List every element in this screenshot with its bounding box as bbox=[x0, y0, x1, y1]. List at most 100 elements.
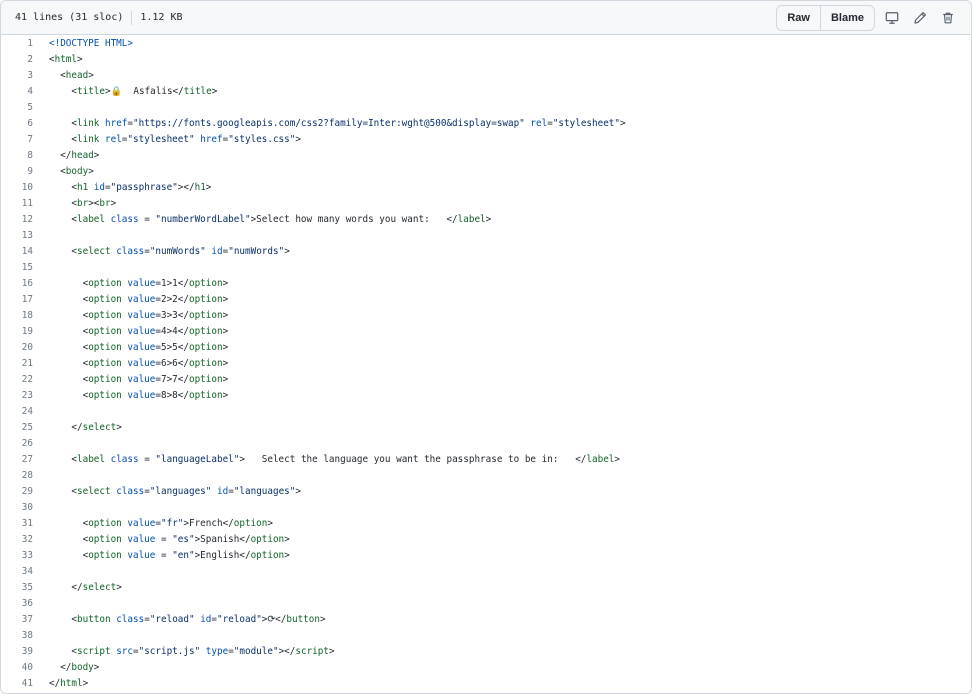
code-line: 23 <option value=8>8</option> bbox=[1, 388, 971, 404]
line-number[interactable]: 15 bbox=[1, 260, 33, 276]
line-number[interactable]: 8 bbox=[1, 148, 33, 164]
line-number[interactable]: 31 bbox=[1, 516, 33, 532]
line-number[interactable]: 27 bbox=[1, 452, 33, 468]
code-text: <html> bbox=[49, 54, 83, 65]
line-number[interactable]: 6 bbox=[1, 116, 33, 132]
code-text: <option value=5>5</option> bbox=[49, 342, 229, 353]
desktop-icon[interactable] bbox=[881, 6, 903, 30]
line-number[interactable]: 32 bbox=[1, 532, 33, 548]
line-number[interactable]: 35 bbox=[1, 580, 33, 596]
code-text: <script src="script.js" type="module"></… bbox=[49, 646, 335, 657]
code-text: </body> bbox=[49, 662, 100, 673]
code-line: 38 bbox=[1, 628, 971, 644]
file-info: 41 lines (31 sloc) 1.12 KB bbox=[15, 10, 183, 25]
code-line: 35 </select> bbox=[1, 580, 971, 596]
line-number[interactable]: 41 bbox=[1, 676, 33, 692]
line-number[interactable]: 2 bbox=[1, 52, 33, 68]
code-line: 25 </select> bbox=[1, 420, 971, 436]
code-text: <link rel="stylesheet" href="styles.css"… bbox=[49, 134, 301, 145]
code-text: <option value="fr">French</option> bbox=[49, 518, 273, 529]
line-number[interactable]: 10 bbox=[1, 180, 33, 196]
code-view: 1 <!DOCTYPE HTML> 2 <html> 3 <head> 4 <title>… bbox=[1, 35, 971, 692]
code-line: 19 <option value=4>4</option> bbox=[1, 324, 971, 340]
code-text: <h1 id="passphrase"></h1> bbox=[49, 182, 212, 193]
code-line: 3 <head> bbox=[1, 68, 971, 84]
line-number[interactable]: 9 bbox=[1, 164, 33, 180]
file-size: 1.12 KB bbox=[140, 12, 183, 23]
code-line: 15 bbox=[1, 260, 971, 276]
blame-button[interactable]: Blame bbox=[819, 5, 874, 30]
line-number[interactable]: 30 bbox=[1, 500, 33, 516]
line-number[interactable]: 7 bbox=[1, 132, 33, 148]
code-line: 7 <link rel="stylesheet" href="styles.cs… bbox=[1, 132, 971, 148]
line-number[interactable]: 4 bbox=[1, 84, 33, 100]
line-number[interactable]: 33 bbox=[1, 548, 33, 564]
line-number[interactable]: 19 bbox=[1, 324, 33, 340]
code-line: 39 <script src="script.js" type="module"… bbox=[1, 644, 971, 660]
line-number[interactable]: 23 bbox=[1, 388, 33, 404]
line-number[interactable]: 12 bbox=[1, 212, 33, 228]
code-line: 31 <option value="fr">French</option> bbox=[1, 516, 971, 532]
line-number[interactable]: 34 bbox=[1, 564, 33, 580]
code-line: 9 <body> bbox=[1, 164, 971, 180]
file-header: 41 lines (31 sloc) 1.12 KB Raw Blame bbox=[1, 1, 971, 35]
line-number[interactable]: 20 bbox=[1, 340, 33, 356]
line-number[interactable]: 11 bbox=[1, 196, 33, 212]
line-number[interactable]: 40 bbox=[1, 660, 33, 676]
code-text: <option value=6>6</option> bbox=[49, 358, 229, 369]
code-line: 34 bbox=[1, 564, 971, 580]
code-line: 24 bbox=[1, 404, 971, 420]
line-number[interactable]: 14 bbox=[1, 244, 33, 260]
code-line: 11 <br><br> bbox=[1, 196, 971, 212]
code-line: 16 <option value=1>1</option> bbox=[1, 276, 971, 292]
line-number[interactable]: 26 bbox=[1, 436, 33, 452]
code-line: 14 <select class="numWords" id="numWords… bbox=[1, 244, 971, 260]
code-line: 6 <link href="https://fonts.googleapis.c… bbox=[1, 116, 971, 132]
code-text: </head> bbox=[49, 150, 100, 161]
code-text: <option value=7>7</option> bbox=[49, 374, 229, 385]
code-text: <option value = "en">English</option> bbox=[49, 550, 290, 561]
line-number[interactable]: 13 bbox=[1, 228, 33, 244]
code-text: <option value=3>3</option> bbox=[49, 310, 229, 321]
line-number[interactable]: 24 bbox=[1, 404, 33, 420]
line-number[interactable]: 37 bbox=[1, 612, 33, 628]
line-number[interactable]: 5 bbox=[1, 100, 33, 116]
view-button-group: Raw Blame bbox=[776, 4, 875, 31]
line-number[interactable]: 21 bbox=[1, 356, 33, 372]
code-line: 20 <option value=5>5</option> bbox=[1, 340, 971, 356]
line-number[interactable]: 28 bbox=[1, 468, 33, 484]
line-number[interactable]: 38 bbox=[1, 628, 33, 644]
code-line: 10 <h1 id="passphrase"></h1> bbox=[1, 180, 971, 196]
line-number[interactable]: 25 bbox=[1, 420, 33, 436]
code-line: 36 bbox=[1, 596, 971, 612]
code-line: 21 <option value=6>6</option> bbox=[1, 356, 971, 372]
code-line: 27 <label class = "languageLabel"> Selec… bbox=[1, 452, 971, 468]
pencil-icon[interactable] bbox=[909, 6, 931, 30]
code-line: 33 <option value = "en">English</option> bbox=[1, 548, 971, 564]
code-line: 5 bbox=[1, 100, 971, 116]
line-number[interactable]: 18 bbox=[1, 308, 33, 324]
raw-button[interactable]: Raw bbox=[777, 6, 820, 30]
code-line: 32 <option value = "es">Spanish</option> bbox=[1, 532, 971, 548]
code-text: <br><br> bbox=[49, 198, 117, 209]
line-number[interactable]: 39 bbox=[1, 644, 33, 660]
line-number[interactable]: 1 bbox=[1, 36, 33, 52]
line-number[interactable]: 29 bbox=[1, 484, 33, 500]
code-line: 40 </body> bbox=[1, 660, 971, 676]
code-text: <select class="numWords" id="numWords"> bbox=[49, 246, 290, 257]
code-text: <link href="https://fonts.googleapis.com… bbox=[49, 118, 626, 129]
line-number[interactable]: 16 bbox=[1, 276, 33, 292]
line-number[interactable]: 36 bbox=[1, 596, 33, 612]
line-number[interactable]: 3 bbox=[1, 68, 33, 84]
line-number[interactable]: 17 bbox=[1, 292, 33, 308]
line-number[interactable]: 22 bbox=[1, 372, 33, 388]
code-text: <option value=8>8</option> bbox=[49, 390, 229, 401]
code-text: <option value=4>4</option> bbox=[49, 326, 229, 337]
code-text: <select class="languages" id="languages"… bbox=[49, 486, 301, 497]
trash-icon[interactable] bbox=[937, 6, 959, 30]
